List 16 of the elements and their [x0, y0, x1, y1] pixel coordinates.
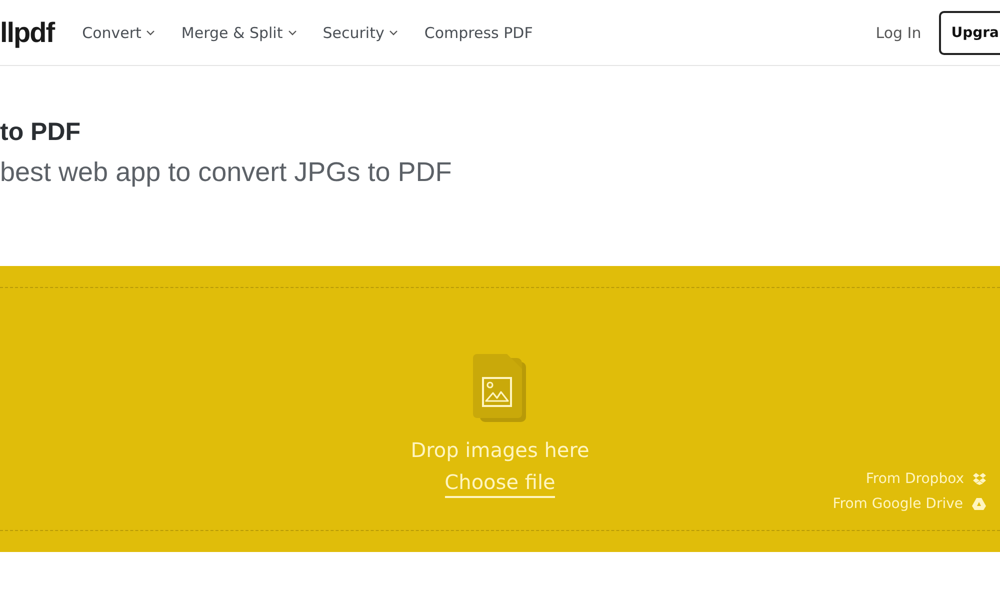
nav-link[interactable]: Merge & Split: [181, 24, 297, 42]
dropbox-icon: [973, 473, 986, 485]
page-subtitle: best web app to convert JPGs to PDF: [0, 157, 453, 188]
nav-link[interactable]: Compress PDF: [424, 24, 533, 42]
logo[interactable]: llpdf: [0, 16, 54, 48]
caret-icon: [288, 30, 297, 36]
caret-icon: [389, 30, 398, 36]
nav-link[interactable]: Convert: [82, 24, 156, 42]
drive-icon: [972, 498, 986, 510]
caret-icon: [146, 30, 156, 36]
drop-prompt: Drop images here: [410, 438, 590, 462]
upgrade-button[interactable]: Upgra: [939, 10, 1000, 54]
image-file-icon: [472, 354, 528, 424]
login-link[interactable]: Log In: [876, 24, 922, 42]
page-title: to PDF: [0, 118, 82, 147]
nav-link[interactable]: Security: [322, 24, 398, 42]
